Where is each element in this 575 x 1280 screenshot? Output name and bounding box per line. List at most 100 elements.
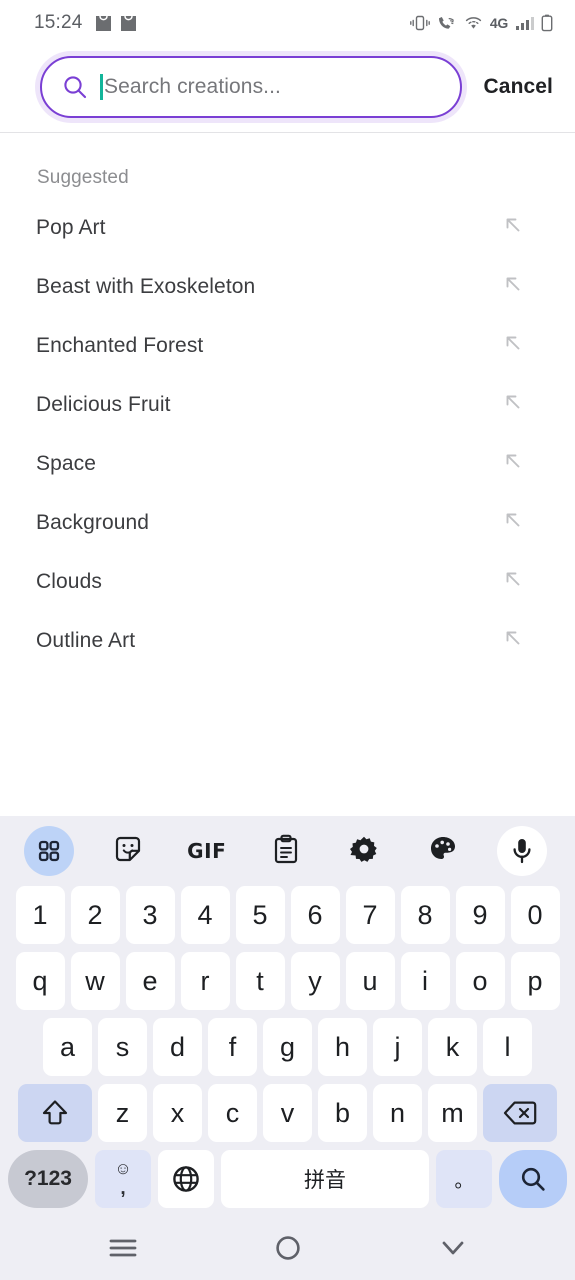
home-button[interactable] — [253, 1225, 323, 1271]
symbols-key[interactable]: ?123 — [8, 1150, 88, 1208]
key-1[interactable]: 1 — [15, 886, 65, 944]
key-c[interactable]: c — [208, 1084, 257, 1142]
space-key[interactable]: 拼音 — [221, 1150, 429, 1208]
toolbar-clipboard-button[interactable] — [246, 834, 325, 869]
key-7[interactable]: 7 — [345, 886, 395, 944]
key-a[interactable]: a — [43, 1018, 92, 1076]
arrow-up-left-icon[interactable] — [501, 567, 525, 596]
key-d[interactable]: d — [153, 1018, 202, 1076]
status-bar-system-icons: 4G — [410, 14, 553, 32]
shift-key[interactable] — [18, 1084, 92, 1142]
suggestion-label: Space — [36, 451, 97, 475]
signal-bars-icon — [515, 15, 534, 31]
back-dismiss-keyboard-button[interactable] — [418, 1225, 488, 1271]
suggestion-row[interactable]: Clouds — [36, 552, 539, 611]
language-switch-key[interactable] — [158, 1150, 214, 1208]
key-4[interactable]: 4 — [180, 886, 230, 944]
key-n[interactable]: n — [373, 1084, 422, 1142]
toolbar-voice-input-button[interactable] — [482, 826, 561, 876]
search-input[interactable]: Search creations... — [104, 75, 281, 99]
suggestion-row[interactable]: Space — [36, 434, 539, 493]
suggestion-label: Delicious Fruit — [36, 392, 171, 416]
phone-screen: 15:24 4G Search creations... Cancel Sugg… — [0, 0, 575, 1280]
key-y[interactable]: y — [290, 952, 340, 1010]
key-q[interactable]: q — [15, 952, 65, 1010]
key-x[interactable]: x — [153, 1084, 202, 1142]
suggestion-row[interactable]: Enchanted Forest — [36, 316, 539, 375]
toolbar-sticker-button[interactable] — [89, 834, 168, 869]
key-0[interactable]: 0 — [510, 886, 560, 944]
key-f[interactable]: f — [208, 1018, 257, 1076]
suggestion-label: Outline Art — [36, 628, 136, 652]
period-key[interactable]: 。 — [436, 1150, 492, 1208]
status-bar-clock: 15:24 — [34, 12, 83, 33]
suggestion-label: Clouds — [36, 569, 102, 593]
microphone-icon — [496, 826, 547, 876]
key-e[interactable]: e — [125, 952, 175, 1010]
clipboard-icon — [272, 834, 300, 869]
key-r[interactable]: r — [180, 952, 230, 1010]
key-i[interactable]: i — [400, 952, 450, 1010]
key-5[interactable]: 5 — [235, 886, 285, 944]
key-3[interactable]: 3 — [125, 886, 175, 944]
battery-icon — [541, 14, 553, 32]
key-s[interactable]: s — [98, 1018, 147, 1076]
suggestions-list: Pop Art Beast with Exoskeleton Enchanted F… — [36, 198, 539, 670]
backspace-icon — [503, 1101, 537, 1125]
chevron-down-icon — [442, 1241, 463, 1255]
cancel-button[interactable]: Cancel — [484, 75, 553, 99]
key-w[interactable]: w — [70, 952, 120, 1010]
suggestion-row[interactable]: Beast with Exoskeleton — [36, 257, 539, 316]
arrow-up-left-icon[interactable] — [501, 331, 525, 360]
key-9[interactable]: 9 — [455, 886, 505, 944]
key-l[interactable]: l — [483, 1018, 532, 1076]
suggestion-row[interactable]: Pop Art — [36, 198, 539, 257]
suggestion-row[interactable]: Outline Art — [36, 611, 539, 670]
key-6[interactable]: 6 — [290, 886, 340, 944]
arrow-up-left-icon[interactable] — [501, 213, 525, 242]
suggestions-panel: Suggested Pop Art Beast with Exoskeleton E… — [0, 133, 575, 816]
key-g[interactable]: g — [263, 1018, 312, 1076]
suggestion-row[interactable]: Background — [36, 493, 539, 552]
globe-icon — [173, 1166, 199, 1192]
wifi-calling-icon — [437, 15, 457, 31]
arrow-up-left-icon[interactable] — [501, 390, 525, 419]
toolbar-settings-button[interactable] — [325, 835, 404, 868]
key-o[interactable]: o — [455, 952, 505, 1010]
apps-grid-icon — [24, 826, 75, 876]
recents-button[interactable] — [88, 1225, 158, 1271]
arrow-up-left-icon[interactable] — [501, 508, 525, 537]
key-2[interactable]: 2 — [70, 886, 120, 944]
key-v[interactable]: v — [263, 1084, 312, 1142]
key-z[interactable]: z — [98, 1084, 147, 1142]
key-h[interactable]: h — [318, 1018, 367, 1076]
key-m[interactable]: m — [428, 1084, 477, 1142]
comma-label: , — [120, 1178, 126, 1199]
wifi-icon — [464, 15, 483, 31]
key-u[interactable]: u — [345, 952, 395, 1010]
status-bar-notifications — [95, 14, 137, 32]
toolbar-gif-button[interactable]: GIF — [167, 839, 246, 863]
key-j[interactable]: j — [373, 1018, 422, 1076]
keyboard-row-numbers: 1234567890 — [0, 882, 575, 948]
key-b[interactable]: b — [318, 1084, 367, 1142]
arrow-up-left-icon[interactable] — [501, 272, 525, 301]
key-8[interactable]: 8 — [400, 886, 450, 944]
search-icon — [521, 1167, 545, 1191]
search-icon — [62, 74, 88, 100]
search-input-container[interactable]: Search creations... — [40, 56, 462, 118]
backspace-key[interactable] — [483, 1084, 557, 1142]
key-k[interactable]: k — [428, 1018, 477, 1076]
keyboard-row-q: qwertyuiop — [0, 948, 575, 1014]
suggestion-row[interactable]: Delicious Fruit — [36, 375, 539, 434]
search-enter-key[interactable] — [499, 1150, 567, 1208]
arrow-up-left-icon[interactable] — [501, 626, 525, 655]
palette-icon — [429, 835, 457, 868]
arrow-up-left-icon[interactable] — [501, 449, 525, 478]
emoji-comma-key[interactable]: ☺ , — [95, 1150, 151, 1208]
toolbar-apps-button[interactable] — [10, 826, 89, 876]
key-p[interactable]: p — [510, 952, 560, 1010]
key-t[interactable]: t — [235, 952, 285, 1010]
toolbar-theme-button[interactable] — [404, 835, 483, 868]
sticker-icon — [113, 834, 143, 869]
